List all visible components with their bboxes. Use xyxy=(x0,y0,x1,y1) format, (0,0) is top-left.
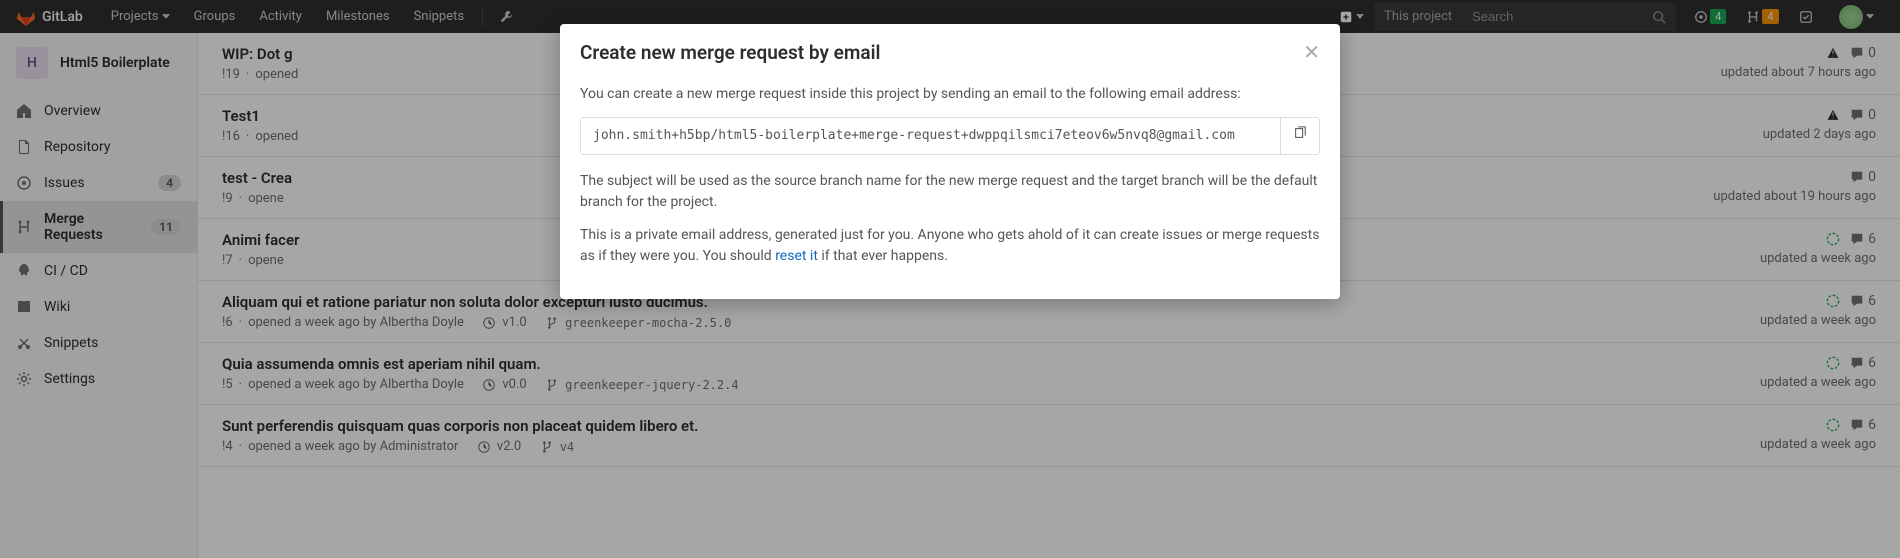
close-icon[interactable]: ✕ xyxy=(1303,40,1320,64)
reset-link[interactable]: reset it xyxy=(775,248,818,264)
copy-button[interactable] xyxy=(1281,117,1320,155)
copy-icon xyxy=(1293,126,1307,140)
modal-title: Create new merge request by email xyxy=(580,41,880,64)
modal-para2: The subject will be used as the source b… xyxy=(580,171,1320,213)
modal-intro: You can create a new merge request insid… xyxy=(580,84,1320,105)
modal-overlay[interactable]: Create new merge request by email ✕ You … xyxy=(0,0,1900,558)
modal-para3: This is a private email address, generat… xyxy=(580,225,1320,267)
email-address-field[interactable]: john.smith+h5bp/html5-boilerplate+merge-… xyxy=(580,117,1281,155)
email-modal: Create new merge request by email ✕ You … xyxy=(560,24,1340,299)
